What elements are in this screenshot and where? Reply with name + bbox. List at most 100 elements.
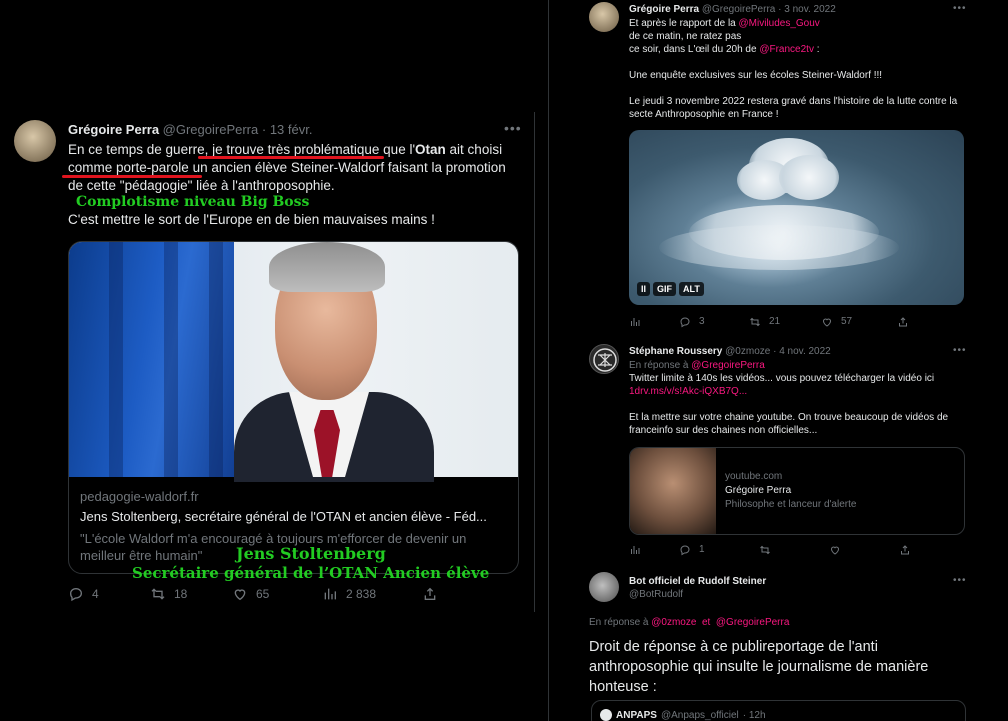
like-count: 65 bbox=[256, 587, 270, 601]
divider bbox=[534, 112, 535, 612]
reply-icon bbox=[680, 544, 690, 555]
views-icon bbox=[631, 545, 640, 554]
reply-button[interactable]: 4 bbox=[68, 586, 150, 602]
more-icon[interactable]: ••• bbox=[953, 344, 967, 357]
youtube-link-card[interactable]: youtube.com Grégoire Perra Philosophe et… bbox=[629, 447, 965, 535]
tweet-actions: 3 21 57 bbox=[629, 315, 929, 328]
reply-to-label: En réponse à bbox=[629, 360, 692, 371]
share-button[interactable] bbox=[899, 544, 919, 556]
tweet-date[interactable]: · 4 nov. 2022 bbox=[773, 346, 831, 357]
author-avatar[interactable] bbox=[589, 344, 619, 374]
retweet-icon bbox=[750, 317, 760, 326]
mention-link[interactable]: @GregoirePerra bbox=[716, 617, 790, 628]
reply-count: 1 bbox=[699, 544, 705, 555]
text-segment: En ce temps de guerre, bbox=[68, 142, 213, 157]
reply-to-line: En réponse à @0zmoze et @GregoirePerra bbox=[589, 616, 789, 629]
text-bold: Otan bbox=[415, 142, 446, 157]
like-count: 57 bbox=[841, 316, 853, 327]
views-button[interactable] bbox=[629, 316, 679, 328]
more-icon[interactable]: ••• bbox=[953, 2, 967, 15]
tweet-header: Stéphane Roussery @0zmoze · 4 nov. 2022 bbox=[629, 345, 965, 358]
text-segment: ce soir, dans L'œil du 20h de bbox=[629, 44, 760, 55]
tweet-header: Grégoire Perra @GregoirePerra · 3 nov. 2… bbox=[629, 3, 965, 16]
card-description: Philosophe et lanceur d'alerte bbox=[725, 499, 857, 510]
author-handle[interactable]: @GregoirePerra bbox=[163, 122, 259, 137]
pause-button[interactable]: II bbox=[637, 282, 651, 296]
retweet-button[interactable]: 18 bbox=[150, 586, 232, 602]
tweet-date[interactable]: · 13 févr. bbox=[262, 122, 313, 137]
like-button[interactable]: 57 bbox=[821, 315, 897, 328]
mention-link[interactable]: @France2tv bbox=[759, 44, 814, 55]
reply-icon bbox=[69, 587, 83, 602]
like-button[interactable] bbox=[829, 544, 899, 556]
retweet-icon bbox=[151, 588, 165, 600]
card-domain: youtube.com bbox=[725, 471, 783, 482]
like-icon bbox=[830, 546, 840, 555]
alt-badge[interactable]: ALT bbox=[679, 282, 704, 296]
author-avatar[interactable] bbox=[589, 572, 619, 602]
external-link[interactable]: 1drv.ms/v/s!Akc-iQXB7Q... bbox=[629, 385, 965, 398]
reply-icon bbox=[680, 316, 690, 327]
tweet-text-second: C'est mettre le sort de l'Europe en de b… bbox=[68, 212, 435, 227]
retweet-button[interactable] bbox=[759, 544, 829, 556]
like-icon bbox=[234, 589, 246, 601]
tweet-text: En ce temps de guerre, je trouve très pr… bbox=[68, 141, 518, 195]
reply-button[interactable]: 1 bbox=[679, 543, 759, 556]
card-image bbox=[69, 242, 518, 482]
author-handle[interactable]: @BotRudolf bbox=[629, 588, 965, 601]
text-paragraph: Et la mettre sur votre chaine youtube. O… bbox=[629, 412, 949, 436]
text-paragraph: Une enquête exclusives sur les écoles St… bbox=[629, 70, 883, 81]
author-name[interactable]: Grégoire Perra bbox=[629, 4, 699, 15]
tweet-text: En réponse à @GregoirePerra Twitter limi… bbox=[629, 359, 965, 437]
author-avatar[interactable] bbox=[14, 120, 56, 162]
tweet-actions: 4 18 65 2 838 bbox=[68, 586, 448, 602]
text-segment: Et après le rapport de la bbox=[629, 18, 739, 29]
share-button[interactable] bbox=[422, 586, 446, 602]
author-avatar[interactable] bbox=[589, 2, 619, 32]
quoted-tweet[interactable]: ANPAPS @Anpaps_officiel · 12h bbox=[591, 700, 966, 721]
overlay-annotation: Jens Stoltenberg bbox=[236, 544, 386, 563]
red-underline-annotation bbox=[198, 156, 384, 159]
flag-image bbox=[69, 242, 234, 477]
person-hair bbox=[269, 242, 385, 292]
quote-author-handle: @Anpaps_officiel bbox=[660, 709, 739, 721]
tweet-header: Bot officiel de Rudolf Steiner @BotRudol… bbox=[629, 575, 965, 601]
views-button[interactable] bbox=[629, 544, 679, 556]
author-handle[interactable]: @GregoirePerra bbox=[702, 4, 776, 15]
reply-to-and: et bbox=[696, 617, 716, 628]
card-title: Grégoire Perra bbox=[725, 485, 792, 496]
share-icon bbox=[424, 587, 436, 600]
reply-count: 3 bbox=[699, 316, 705, 327]
more-icon[interactable]: ••• bbox=[504, 120, 522, 136]
mention-link[interactable]: @0zmoze bbox=[651, 617, 696, 628]
author-name[interactable]: Grégoire Perra bbox=[68, 122, 159, 137]
views-count: 2 838 bbox=[346, 587, 377, 601]
mention-link[interactable]: @GregoirePerra bbox=[691, 360, 765, 371]
card-domain: pedagogie-waldorf.fr bbox=[80, 489, 199, 504]
share-icon bbox=[899, 316, 907, 326]
logo-icon bbox=[593, 348, 617, 372]
tweet-date[interactable]: · 3 nov. 2022 bbox=[778, 4, 836, 15]
like-button[interactable]: 65 bbox=[232, 586, 322, 602]
author-name[interactable]: Bot officiel de Rudolf Steiner bbox=[629, 575, 965, 588]
views-icon bbox=[324, 588, 336, 600]
retweet-count: 21 bbox=[769, 316, 781, 327]
text-paragraph: Le jeudi 3 novembre 2022 restera gravé d… bbox=[629, 96, 958, 120]
card-meta: youtube.com Grégoire Perra Philosophe et… bbox=[725, 470, 856, 512]
more-icon[interactable]: ••• bbox=[953, 574, 967, 587]
author-name[interactable]: Stéphane Roussery bbox=[629, 346, 722, 357]
red-underline-annotation bbox=[62, 175, 202, 178]
reply-count: 4 bbox=[92, 587, 99, 601]
views-button[interactable]: 2 838 bbox=[322, 586, 422, 602]
retweet-button[interactable]: 21 bbox=[749, 315, 821, 328]
mention-link[interactable]: @Miviludes_Gouv bbox=[739, 18, 820, 29]
link-card[interactable]: pedagogie-waldorf.fr Jens Stoltenberg, s… bbox=[68, 241, 519, 574]
text-segment: ait choisi bbox=[445, 142, 503, 157]
author-handle[interactable]: @0zmoze bbox=[725, 346, 770, 357]
quote-avatar bbox=[600, 709, 612, 721]
tweet-header: Grégoire Perra @GregoirePerra · 13 févr. bbox=[68, 122, 312, 137]
gif-video[interactable]: II GIF ALT bbox=[629, 130, 964, 305]
share-button[interactable] bbox=[897, 316, 917, 328]
card-thumbnail bbox=[630, 448, 716, 534]
reply-button[interactable]: 3 bbox=[679, 315, 749, 328]
